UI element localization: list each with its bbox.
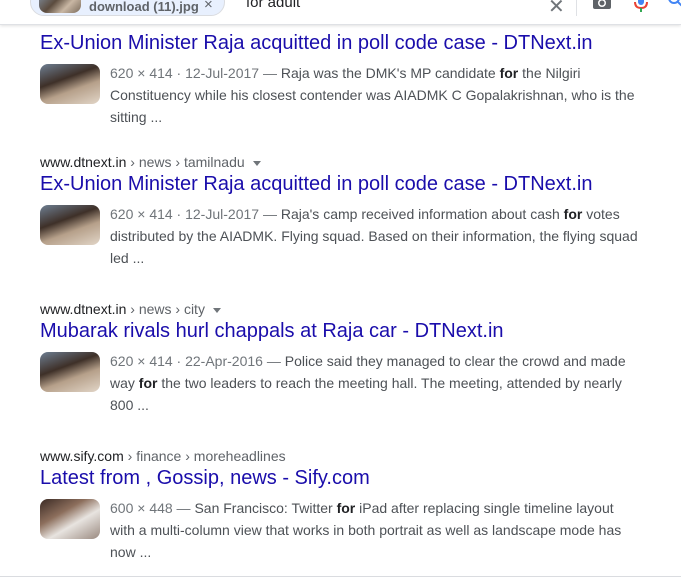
chevron-down-icon[interactable] [252, 160, 261, 166]
search-result: Ex-Union Minister Raja acquitted in poll… [40, 30, 640, 132]
result-snippet: 620 × 414 · 12-Jul-2017 — Raja was the D… [110, 62, 640, 128]
chip-thumbnail [39, 0, 81, 13]
search-result: www.dtnext.in › news › city Mubarak riva… [40, 300, 640, 420]
search-icon[interactable] [668, 0, 681, 8]
snippet-text: San Francisco: Twitter [190, 500, 337, 516]
snippet-text: Raja's camp received information about c… [276, 206, 564, 222]
mic-icon[interactable] [634, 0, 648, 12]
search-result: www.dtnext.in › news › tamilnadu Ex-Unio… [40, 153, 640, 273]
cite-path: › news › city [126, 301, 205, 317]
result-meta: 620 × 414 · 12-Jul-2017 — [110, 206, 277, 222]
result-snippet: 620 × 414 · 22-Apr-2016 — Police said th… [110, 350, 640, 416]
search-bar: download (11).jpg × for adult ✕ [0, 0, 681, 25]
search-input[interactable]: for adult [246, 0, 300, 11]
result-cite[interactable]: www.dtnext.in › news › city [40, 300, 640, 318]
result-thumbnail[interactable] [40, 499, 100, 539]
search-result: www.sify.com › finance › moreheadlines L… [40, 447, 640, 567]
cite-domain: www.dtnext.in [40, 301, 127, 317]
result-cite[interactable]: www.dtnext.in › news › tamilnadu [40, 153, 640, 171]
result-snippet: 620 × 414 · 12-Jul-2017 — Raja's camp re… [110, 203, 640, 269]
result-thumbnail[interactable] [40, 352, 100, 392]
camera-icon[interactable] [592, 0, 612, 10]
search-divider [576, 0, 577, 16]
cite-domain: www.dtnext.in [40, 154, 127, 170]
clear-icon[interactable]: ✕ [548, 0, 565, 19]
snippet-highlight: for [336, 500, 356, 516]
cite-domain: www.sify.com [40, 448, 124, 464]
divider-line [0, 576, 681, 577]
result-title-link[interactable]: Ex-Union Minister Raja acquitted in poll… [40, 30, 640, 56]
result-title-link[interactable]: Mubarak rivals hurl chappals at Raja car… [40, 318, 640, 344]
result-meta: 600 × 448 — [110, 500, 191, 516]
result-title-link[interactable]: Latest from , Gossip, news - Sify.com [40, 465, 640, 491]
chevron-down-icon[interactable] [212, 307, 221, 313]
snippet-text: Raja was the DMK's MP candidate [276, 65, 500, 81]
result-cite[interactable]: www.sify.com › finance › moreheadlines [40, 447, 640, 465]
cite-path: › finance › moreheadlines [123, 448, 286, 464]
snippet-highlight: for [563, 206, 583, 222]
cite-path: › news › tamilnadu [126, 154, 245, 170]
result-meta: 620 × 414 · 12-Jul-2017 — [110, 65, 277, 81]
snippet-highlight: for [499, 65, 519, 81]
result-meta: 620 × 414 · 22-Apr-2016 — [110, 353, 281, 369]
chip-close-icon[interactable]: × [204, 0, 213, 13]
result-title-link[interactable]: Ex-Union Minister Raja acquitted in poll… [40, 171, 640, 197]
image-search-chip[interactable]: download (11).jpg × [30, 0, 225, 16]
snippet-text: the two leaders to reach the meeting hal… [110, 375, 622, 413]
result-thumbnail[interactable] [40, 64, 100, 104]
result-thumbnail[interactable] [40, 205, 100, 245]
chip-label: download (11).jpg [89, 0, 199, 14]
snippet-highlight: for [138, 375, 158, 391]
result-snippet: 600 × 448 — San Francisco: Twitter for i… [110, 497, 640, 563]
